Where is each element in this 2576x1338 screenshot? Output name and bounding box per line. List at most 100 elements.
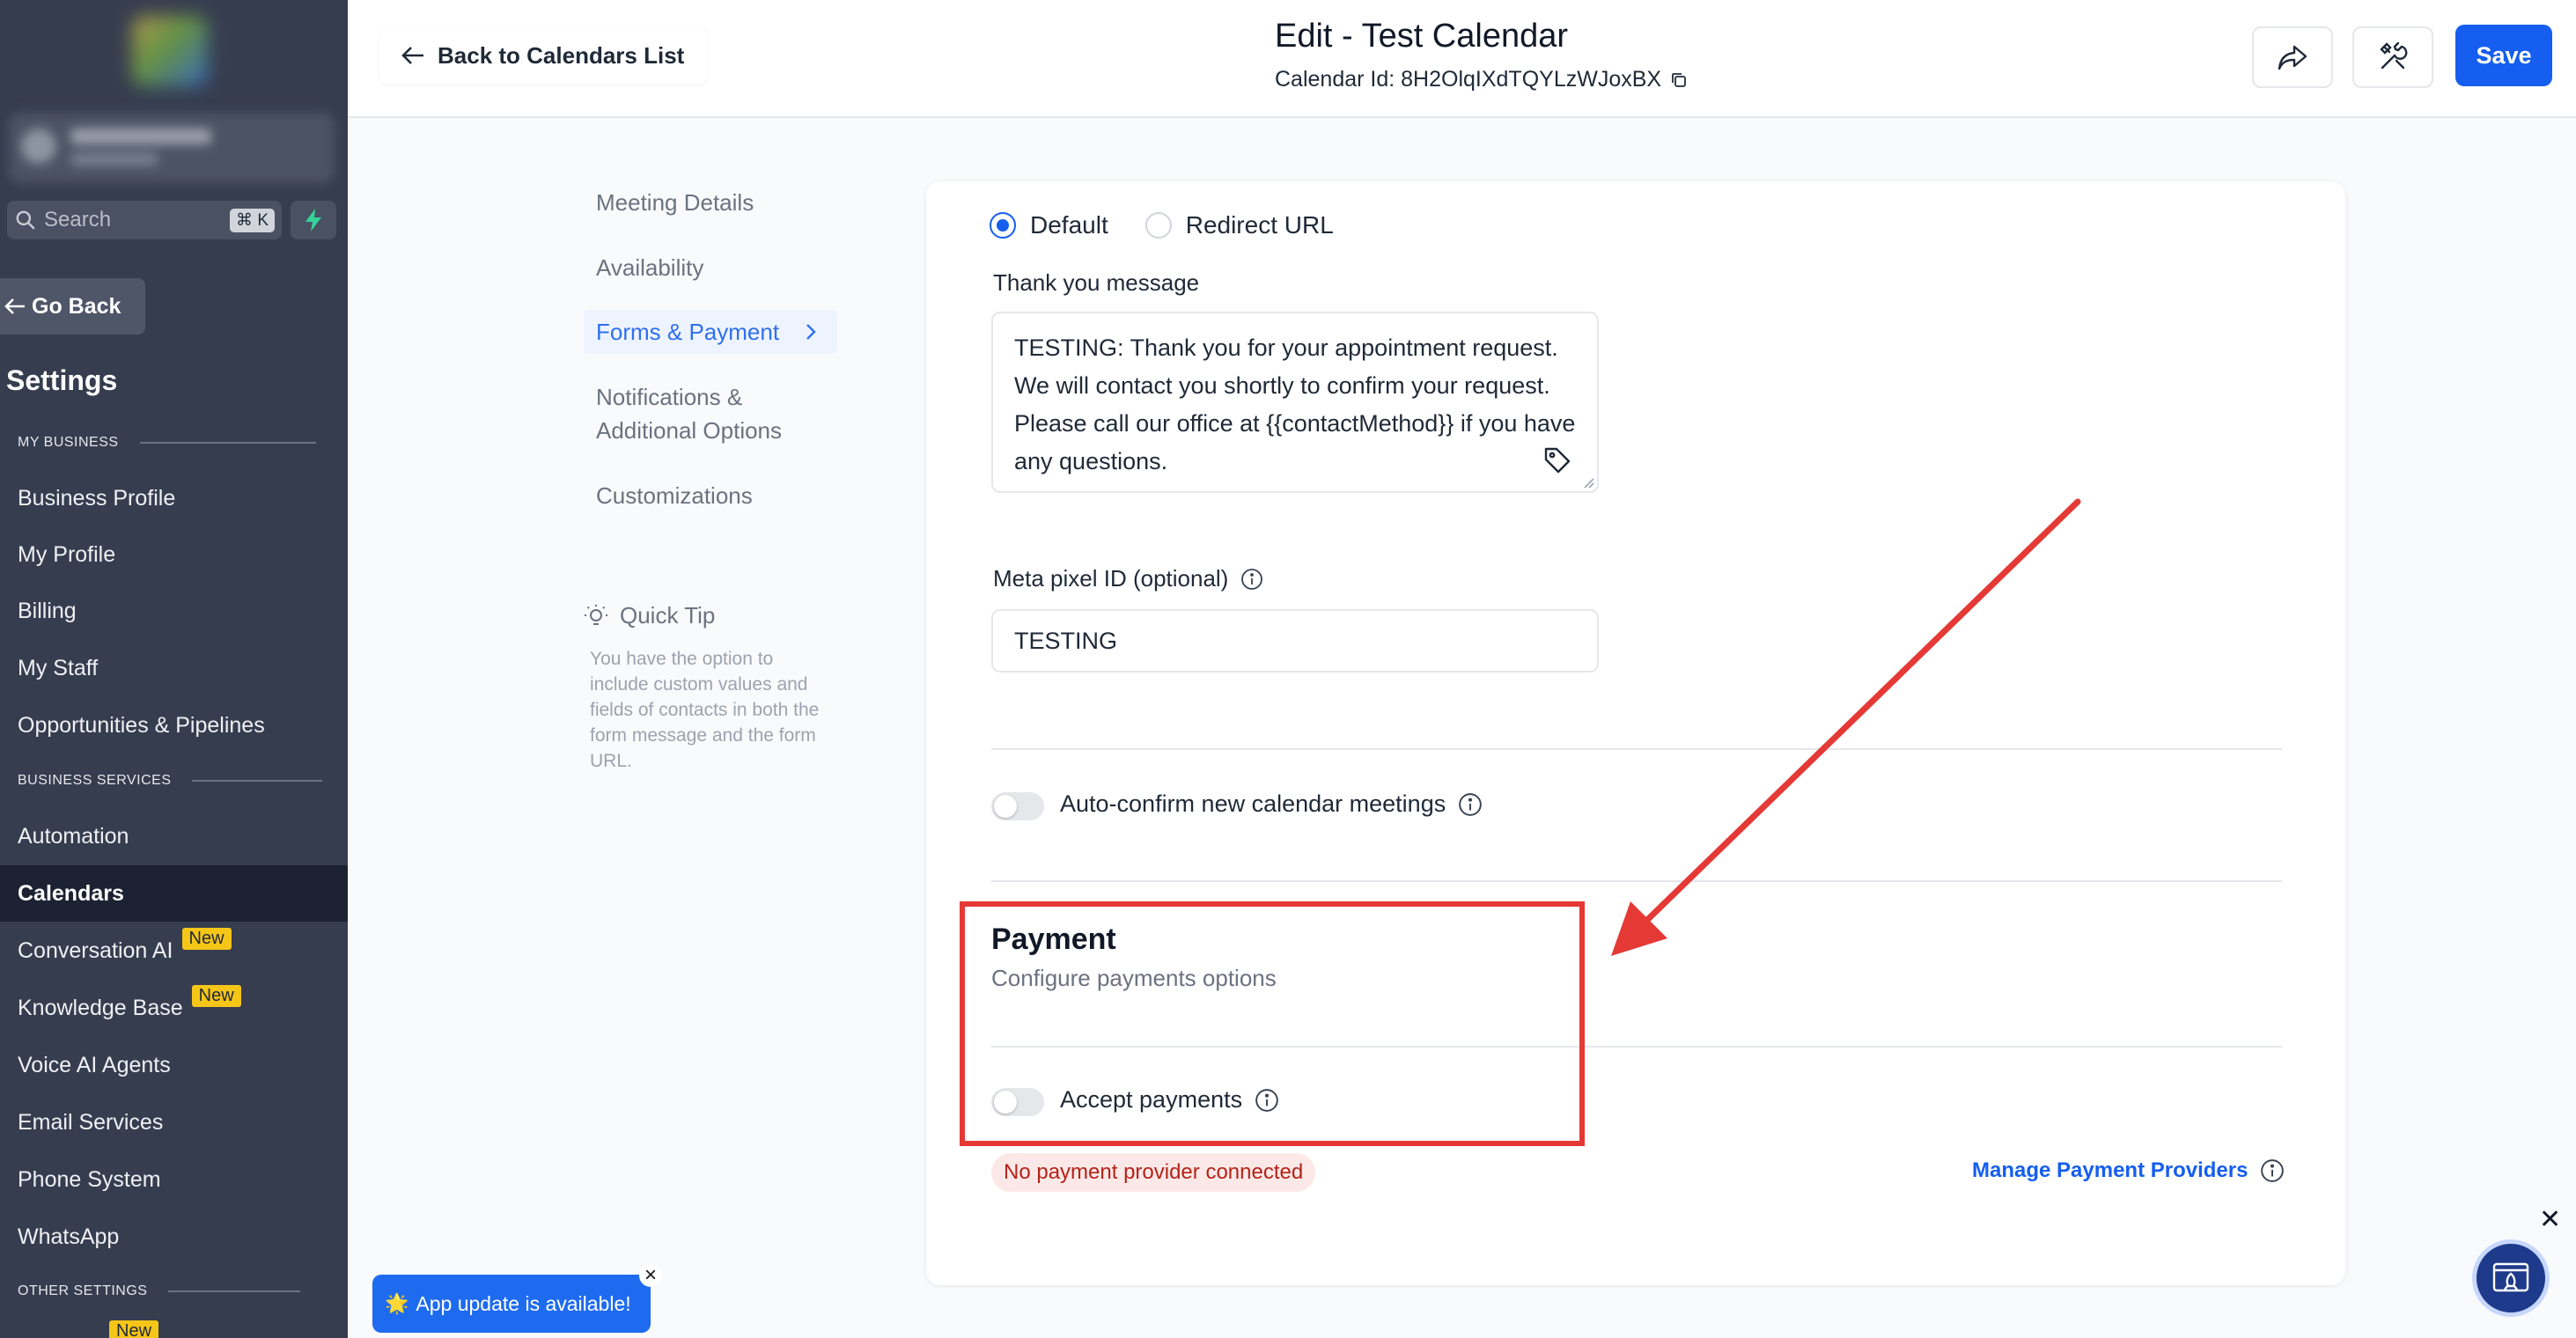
sidebar: Search ⌘ K Go Back Settings MY BUSINESS … bbox=[0, 0, 348, 1338]
section-label: OTHER SETTINGS bbox=[18, 1283, 148, 1298]
close-toast-icon[interactable]: × bbox=[639, 1263, 662, 1287]
back-label: Back to Calendars List bbox=[438, 41, 685, 69]
info-icon[interactable] bbox=[1458, 792, 1483, 817]
back-to-calendars-button[interactable]: Back to Calendars List bbox=[379, 26, 707, 85]
go-back-button[interactable]: Go Back bbox=[0, 278, 145, 334]
help-widget-button[interactable] bbox=[2472, 1239, 2550, 1317]
calendar-id: Calendar Id: 8H2OlqIXdTQYLzWJoxBX bbox=[1275, 67, 1688, 92]
subnav-customizations[interactable]: Customizations bbox=[596, 479, 753, 512]
calendar-id-text: Calendar Id: 8H2OlqIXdTQYLzWJoxBX bbox=[1275, 67, 1662, 92]
search-shortcut: ⌘ K bbox=[230, 208, 275, 232]
tools-icon bbox=[2380, 41, 2408, 70]
quick-tip-body: You have the option to include custom va… bbox=[590, 649, 820, 771]
section-label: MY BUSINESS bbox=[18, 435, 119, 450]
subnav-notifications[interactable]: Notifications & Additional Options bbox=[596, 380, 782, 447]
share-button[interactable] bbox=[2252, 26, 2333, 88]
section-other-settings: OTHER SETTINGS bbox=[18, 1283, 301, 1299]
accept-payments-toggle[interactable] bbox=[991, 1088, 1044, 1116]
tools-button[interactable] bbox=[2352, 26, 2433, 88]
sidebar-item-email-services[interactable]: Email Services bbox=[0, 1094, 348, 1151]
toast-text: App update is available! bbox=[416, 1291, 631, 1315]
info-icon[interactable] bbox=[1240, 568, 1263, 591]
subnav-meeting-details[interactable]: Meeting Details bbox=[596, 186, 754, 219]
manage-payment-providers-link[interactable]: Manage Payment Providers bbox=[1972, 1158, 2285, 1183]
meta-pixel-label: Meta pixel ID (optional) bbox=[993, 565, 1263, 592]
page-header: Back to Calendars List Edit - Test Calen… bbox=[348, 0, 2576, 118]
auto-confirm-label: Auto-confirm new calendar meetings bbox=[1060, 790, 1483, 818]
info-icon[interactable] bbox=[2260, 1158, 2285, 1183]
sidebar-item-my-staff[interactable]: My Staff bbox=[0, 640, 348, 696]
thank-you-textarea[interactable]: TESTING: Thank you for your appointment … bbox=[991, 312, 1599, 493]
save-button[interactable]: Save bbox=[2455, 25, 2552, 86]
sidebar-item-calendars[interactable]: Calendars bbox=[0, 865, 348, 922]
sparkle-icon: 🌟 bbox=[385, 1292, 409, 1314]
manage-link-text: Manage Payment Providers bbox=[1972, 1158, 2248, 1182]
lightbulb-icon bbox=[585, 604, 607, 625]
radio-default-label[interactable]: Default bbox=[1030, 211, 1108, 239]
account-switcher[interactable] bbox=[9, 113, 335, 183]
subnav-forms-payment[interactable]: Forms & Payment bbox=[584, 310, 837, 354]
page-title: Edit - Test Calendar bbox=[1275, 18, 1569, 55]
subnav-availability[interactable]: Availability bbox=[596, 251, 703, 284]
section-business-services: BUSINESS SERVICES bbox=[18, 773, 323, 789]
accept-payments-text: Accept payments bbox=[1060, 1086, 1243, 1113]
sidebar-item-knowledge-base[interactable]: Knowledge Base New bbox=[0, 980, 348, 1036]
sidebar-item-voice-ai[interactable]: Voice AI Agents bbox=[0, 1037, 348, 1093]
accept-payments-label: Accept payments bbox=[1060, 1086, 1279, 1114]
search-icon bbox=[16, 210, 35, 230]
sidebar-item-whatsapp[interactable]: WhatsApp bbox=[0, 1209, 348, 1265]
tip-title-text: Quick Tip bbox=[620, 602, 716, 629]
divider bbox=[991, 1046, 2282, 1048]
share-icon bbox=[2278, 45, 2307, 70]
sidebar-item-my-profile[interactable]: My Profile bbox=[0, 526, 348, 583]
sidebar-item-conversation-ai[interactable]: Conversation AI New bbox=[0, 923, 348, 979]
sidebar-item-phone-system[interactable]: Phone System bbox=[0, 1151, 348, 1208]
radio-redirect-label[interactable]: Redirect URL bbox=[1186, 211, 1334, 239]
quick-actions-button[interactable] bbox=[291, 201, 336, 239]
company-logo[interactable] bbox=[132, 16, 208, 86]
close-widget-icon[interactable]: ✕ bbox=[2539, 1204, 2561, 1235]
subnav-label-line2: Additional Options bbox=[596, 417, 783, 444]
sidebar-item-business-profile[interactable]: Business Profile bbox=[0, 470, 348, 526]
lightning-icon bbox=[305, 209, 321, 232]
divider bbox=[991, 748, 2282, 750]
sidebar-item-billing[interactable]: Billing bbox=[0, 583, 348, 639]
subnav-label-line1: Notifications & bbox=[596, 384, 743, 410]
subnav-label: Forms & Payment bbox=[596, 318, 780, 345]
sidebar-item-label: Knowledge Base bbox=[18, 995, 183, 1020]
sidebar-item-automation[interactable]: Automation bbox=[0, 808, 348, 864]
meta-pixel-label-text: Meta pixel ID (optional) bbox=[993, 565, 1229, 592]
meta-pixel-input[interactable]: TESTING bbox=[991, 609, 1599, 673]
payment-title: Payment bbox=[991, 923, 1116, 956]
search-placeholder: Search bbox=[44, 208, 112, 232]
chevron-right-icon bbox=[806, 324, 816, 340]
resize-handle-icon[interactable] bbox=[1582, 476, 1594, 489]
auto-confirm-toggle[interactable] bbox=[991, 792, 1044, 820]
arrow-left-icon bbox=[401, 47, 423, 64]
info-icon[interactable] bbox=[1255, 1088, 1279, 1113]
go-back-label: Go Back bbox=[32, 293, 121, 319]
divider bbox=[991, 880, 2282, 882]
section-label: BUSINESS SERVICES bbox=[18, 773, 172, 788]
thank-you-label: Thank you message bbox=[993, 269, 1200, 296]
settings-title: Settings bbox=[6, 364, 118, 396]
radio-redirect-url[interactable] bbox=[1144, 212, 1172, 239]
section-my-business: MY BUSINESS bbox=[18, 435, 316, 451]
sidebar-search[interactable]: Search ⌘ K bbox=[7, 201, 282, 239]
radio-default[interactable] bbox=[990, 212, 1016, 239]
tag-icon[interactable] bbox=[1542, 445, 1572, 475]
rocket-window-icon bbox=[2492, 1262, 2529, 1292]
copy-icon[interactable] bbox=[1670, 71, 1688, 89]
confirmation-type-group: Default Redirect URL bbox=[990, 211, 1334, 239]
thank-you-text: TESTING: Thank you for your appointment … bbox=[1014, 334, 1576, 474]
sidebar-item-label: Conversation AI bbox=[18, 937, 173, 963]
auto-confirm-text: Auto-confirm new calendar meetings bbox=[1060, 790, 1446, 817]
form-settings-card: Default Redirect URL Thank you message T… bbox=[926, 181, 2345, 1285]
app-update-toast[interactable]: 🌟 App update is available! bbox=[372, 1275, 651, 1333]
payment-subtitle: Configure payments options bbox=[991, 965, 1277, 991]
no-provider-badge: No payment provider connected bbox=[991, 1153, 1316, 1192]
sidebar-item-opportunities[interactable]: Opportunities & Pipelines bbox=[0, 697, 348, 754]
new-badge: New bbox=[109, 1320, 159, 1338]
quick-tip-title: Quick Tip bbox=[583, 602, 715, 629]
arrow-left-icon bbox=[4, 298, 25, 314]
